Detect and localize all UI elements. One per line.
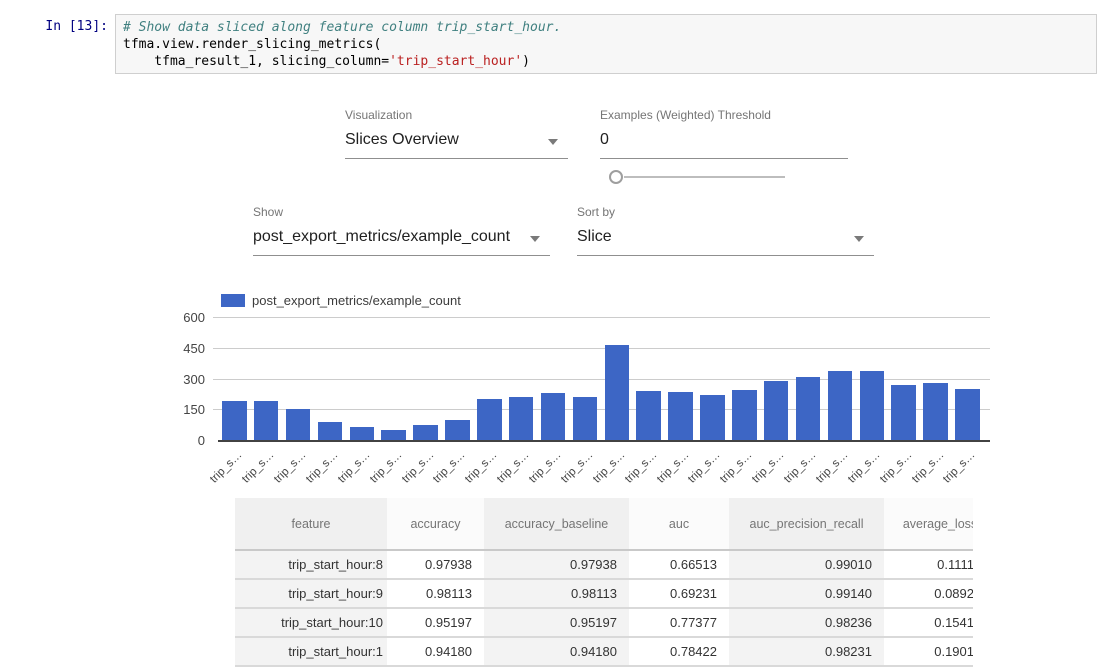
legend-label: post_export_metrics/example_count <box>252 293 461 308</box>
visualization-dropdown[interactable]: Slices Overview <box>345 122 568 159</box>
legend-color-swatch <box>221 294 245 307</box>
metric-cell: 0.78422 <box>629 637 729 666</box>
column-header-average_loss[interactable]: average_loss <box>884 498 973 550</box>
metric-cell: 0.97938 <box>484 550 629 579</box>
column-header-accuracy[interactable]: accuracy <box>387 498 484 550</box>
metric-cell: 0.98113 <box>484 579 629 608</box>
bar[interactable] <box>286 409 311 440</box>
bar[interactable] <box>318 422 343 440</box>
column-header-auc_precision_recall[interactable]: auc_precision_recall <box>729 498 884 550</box>
metric-cell: 0.66513 <box>629 550 729 579</box>
bar[interactable] <box>509 397 534 441</box>
y-axis-tick-label: 300 <box>155 372 205 387</box>
column-header-auc[interactable]: auc <box>629 498 729 550</box>
threshold-slider-track[interactable] <box>624 176 785 178</box>
sort-by-dropdown[interactable]: Slice <box>577 219 874 256</box>
code-string-literal: 'trip_start_hour' <box>389 54 522 69</box>
show-metric-dropdown[interactable]: post_export_metrics/example_count <box>253 219 550 256</box>
gridline <box>213 317 990 318</box>
visualization-value: Slices Overview <box>345 130 568 149</box>
bar[interactable] <box>764 381 789 440</box>
show-label: Show <box>253 205 550 219</box>
chevron-down-icon[interactable] <box>854 236 864 242</box>
metric-cell: 0.1901 <box>884 637 973 666</box>
x-axis-baseline <box>218 440 990 442</box>
feature-cell: trip_start_hour:9 <box>235 579 387 608</box>
sort-by-label: Sort by <box>577 205 874 219</box>
show-metric-value: post_export_metrics/example_count <box>253 227 550 246</box>
show-control: Show post_export_metrics/example_count <box>253 205 550 256</box>
metric-cell: 0.95197 <box>484 608 629 637</box>
bar[interactable] <box>668 392 693 440</box>
table-header-row: featureaccuracyaccuracy_baselineaucauc_p… <box>235 498 973 550</box>
bar[interactable] <box>636 391 661 440</box>
table-row[interactable]: trip_start_hour:10.941800.941800.784220.… <box>235 637 973 666</box>
threshold-input[interactable]: 0 <box>600 122 848 159</box>
bar[interactable] <box>445 420 470 440</box>
threshold-slider-knob[interactable] <box>609 170 623 184</box>
metric-cell: 0.98113 <box>387 579 484 608</box>
column-header-accuracy_baseline[interactable]: accuracy_baseline <box>484 498 629 550</box>
threshold-control: Examples (Weighted) Threshold 0 <box>600 108 848 159</box>
table-row[interactable]: trip_start_hour:100.951970.951970.773770… <box>235 608 973 637</box>
code-line-3: tfma_result_1, slicing_column='trip_star… <box>123 53 1089 70</box>
bar[interactable] <box>541 393 566 440</box>
bar[interactable] <box>955 389 980 441</box>
table-row[interactable]: trip_start_hour:90.981130.981130.692310.… <box>235 579 973 608</box>
feature-cell: trip_start_hour:1 <box>235 637 387 666</box>
bar[interactable] <box>254 401 279 440</box>
feature-cell: trip_start_hour:8 <box>235 550 387 579</box>
bar[interactable] <box>413 425 438 440</box>
feature-cell: trip_start_hour:10 <box>235 608 387 637</box>
metrics-table-grid: featureaccuracyaccuracy_baselineaucauc_p… <box>235 498 973 667</box>
metric-cell: 0.0892 <box>884 579 973 608</box>
metric-cell: 0.94180 <box>387 637 484 666</box>
sort-by-value: Slice <box>577 227 874 246</box>
bar[interactable] <box>605 345 630 441</box>
visualization-label: Visualization <box>345 108 568 122</box>
bar[interactable] <box>381 430 406 440</box>
metric-cell: 0.1541 <box>884 608 973 637</box>
bar[interactable] <box>796 377 821 440</box>
bar[interactable] <box>732 390 757 440</box>
chevron-down-icon[interactable] <box>548 139 558 145</box>
metric-cell: 0.98236 <box>729 608 884 637</box>
metric-cell: 0.95197 <box>387 608 484 637</box>
metric-cell: 0.98231 <box>729 637 884 666</box>
metric-cell: 0.69231 <box>629 579 729 608</box>
bar[interactable] <box>573 397 598 441</box>
bar[interactable] <box>477 399 502 440</box>
bar[interactable] <box>700 395 725 441</box>
y-axis-tick-label: 150 <box>155 402 205 417</box>
metric-cell: 0.99140 <box>729 579 884 608</box>
code-line-2: tfma.view.render_slicing_metrics( <box>123 36 1089 53</box>
metric-cell: 0.1111 <box>884 550 973 579</box>
bar[interactable] <box>891 385 916 440</box>
code-cell[interactable]: # Show data sliced along feature column … <box>115 14 1097 74</box>
sort-by-control: Sort by Slice <box>577 205 874 256</box>
slices-overview-chart: post_export_metrics/example_count 0 150 30… <box>0 285 1111 490</box>
y-axis-tick-label: 0 <box>155 433 205 448</box>
code-comment-line: # Show data sliced along feature column … <box>123 19 1089 36</box>
threshold-label: Examples (Weighted) Threshold <box>600 108 848 122</box>
bar[interactable] <box>923 383 948 440</box>
metric-cell: 0.99010 <box>729 550 884 579</box>
bar[interactable] <box>350 427 375 440</box>
bar[interactable] <box>828 371 853 440</box>
metric-cell: 0.94180 <box>484 637 629 666</box>
visualization-control: Visualization Slices Overview <box>345 108 568 159</box>
y-axis-tick-label: 600 <box>155 310 205 325</box>
column-header-feature[interactable]: feature <box>235 498 387 550</box>
threshold-value: 0 <box>600 130 848 149</box>
cell-input-prompt: In [13]: <box>30 19 108 34</box>
table-row[interactable]: trip_start_hour:80.979380.979380.665130.… <box>235 550 973 579</box>
gridline <box>213 348 990 349</box>
metric-cell: 0.97938 <box>387 550 484 579</box>
metric-cell: 0.77377 <box>629 608 729 637</box>
bar[interactable] <box>860 371 885 440</box>
chevron-down-icon[interactable] <box>530 236 540 242</box>
bar[interactable] <box>222 401 247 440</box>
metrics-table: featureaccuracyaccuracy_baselineaucauc_p… <box>235 498 973 668</box>
y-axis-tick-label: 450 <box>155 341 205 356</box>
